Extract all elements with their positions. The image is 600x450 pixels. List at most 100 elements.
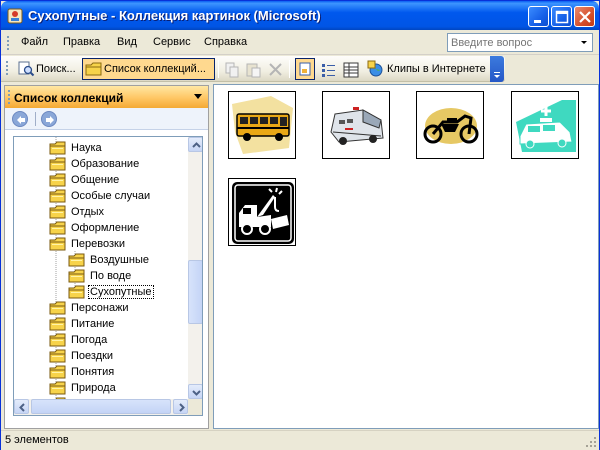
tree-item-label: Оформление xyxy=(71,222,140,234)
tree-item[interactable]: Общение xyxy=(26,173,186,189)
tree-item-label: Особые случаи xyxy=(71,190,151,202)
menu-view[interactable]: Вид xyxy=(117,36,137,48)
clip-thumbnail-school-bus[interactable] xyxy=(228,91,296,159)
motorcycle-clip-icon xyxy=(423,108,479,144)
thumbnails-view-button[interactable] xyxy=(295,58,315,80)
folder-icon xyxy=(68,253,85,267)
clip-thumbnail-motorcycle[interactable] xyxy=(416,91,484,159)
tree-item[interactable]: Персонажи xyxy=(26,301,186,317)
maximize-button[interactable] xyxy=(551,6,572,27)
tree-item[interactable]: Понятия xyxy=(26,365,186,381)
nav-separator xyxy=(35,112,36,126)
close-button[interactable] xyxy=(574,6,595,27)
clip-thumbnail-ambulance[interactable] xyxy=(322,91,390,159)
tree-item[interactable]: Образование xyxy=(26,157,186,173)
forward-arrow-icon xyxy=(46,116,54,124)
tree-vertical-scrollbar[interactable] xyxy=(188,137,202,399)
tree-item-label: Персонажи xyxy=(71,302,129,314)
tree-item-label: По воде xyxy=(90,270,132,282)
folder-icon xyxy=(49,365,66,379)
help-question-box[interactable] xyxy=(447,33,593,52)
tree-item-label: Образование xyxy=(71,158,140,170)
resize-grip-icon[interactable] xyxy=(585,436,597,448)
horizontal-scroll-thumb[interactable] xyxy=(31,399,171,414)
scroll-thumb[interactable] xyxy=(188,260,202,324)
status-text: 5 элементов xyxy=(5,434,69,446)
collection-list-button[interactable]: Список коллекций... xyxy=(82,58,215,80)
clip-thumbnail-tow-truck[interactable] xyxy=(228,178,296,246)
clip-organizer-app-icon[interactable] xyxy=(7,8,23,24)
folder-icon xyxy=(49,205,66,219)
menu-help[interactable]: Справка xyxy=(204,36,247,48)
tree-item-label: Природа xyxy=(71,382,116,394)
folder-icon xyxy=(49,157,66,171)
task-pane-title: Список коллекций xyxy=(14,91,124,105)
scroll-right-button[interactable] xyxy=(173,399,188,414)
tree-item[interactable]: Воздушные xyxy=(26,253,186,269)
globe-icon xyxy=(367,60,383,77)
folder-icon xyxy=(49,173,66,187)
clips-online-button[interactable]: Клипы в Интернете xyxy=(364,58,488,80)
toolbar-grip[interactable] xyxy=(6,61,9,77)
clip-thumbnail-taxi[interactable] xyxy=(511,91,579,159)
tree-item-label: Понятия xyxy=(71,366,115,378)
tree-item[interactable]: Сухопутные xyxy=(26,285,186,301)
chevron-down-icon xyxy=(581,41,587,44)
task-pane-nav xyxy=(5,108,208,130)
tree-item[interactable]: Наука xyxy=(26,141,186,157)
delete-icon[interactable] xyxy=(267,61,285,79)
pane-menu-chevron-icon[interactable] xyxy=(194,94,202,99)
details-view-icon[interactable] xyxy=(342,61,360,79)
tree-item[interactable]: Погода xyxy=(26,333,186,349)
chevron-left-icon xyxy=(19,403,25,412)
chevron-down-icon xyxy=(494,72,500,78)
close-icon xyxy=(579,11,591,23)
clip-gallery[interactable] xyxy=(213,84,599,429)
status-bar: 5 элементов xyxy=(1,430,599,450)
list-view-icon[interactable] xyxy=(320,61,338,79)
ambulance-clip-icon xyxy=(330,107,384,145)
pane-grip[interactable] xyxy=(8,90,11,106)
folder-icon xyxy=(49,317,66,331)
title-bar[interactable]: Сухопутные - Коллекция картинок (Microso… xyxy=(1,1,599,30)
tree-item[interactable]: По воде xyxy=(26,269,186,285)
collection-list-label: Список коллекций... xyxy=(104,63,206,75)
tree-item[interactable]: Оформление xyxy=(26,221,186,237)
minimize-button[interactable] xyxy=(528,6,549,27)
copy-icon[interactable] xyxy=(223,61,241,79)
tree-horizontal-scrollbar[interactable] xyxy=(14,399,188,415)
tree-item-label: Общение xyxy=(71,174,120,186)
menu-file[interactable]: Файл xyxy=(21,36,48,48)
scroll-up-button[interactable] xyxy=(188,137,202,152)
folder-icon xyxy=(49,333,66,347)
standard-toolbar: Поиск... Список коллекций... Клипы в Инт… xyxy=(1,56,505,82)
toolbar-options-button[interactable] xyxy=(490,56,504,82)
menu-grip[interactable] xyxy=(7,36,10,52)
minimize-icon xyxy=(534,20,541,23)
tree-item[interactable]: Перевозки xyxy=(26,237,186,253)
folder-icon xyxy=(49,381,66,395)
folder-icon xyxy=(49,189,66,203)
forward-button[interactable] xyxy=(41,111,57,127)
search-button-label: Поиск... xyxy=(36,63,76,75)
tree-item[interactable]: Питание xyxy=(26,317,186,333)
tree-item[interactable]: Отдых xyxy=(26,205,186,221)
scroll-down-button[interactable] xyxy=(188,384,202,399)
help-dropdown-button[interactable] xyxy=(576,34,592,51)
task-pane-header[interactable]: Список коллекций xyxy=(5,86,208,108)
menu-tools[interactable]: Сервис xyxy=(153,36,191,48)
paste-icon[interactable] xyxy=(245,61,263,79)
scrollbar-corner xyxy=(188,399,202,415)
tree-item[interactable]: Поездки xyxy=(26,349,186,365)
thumbnails-icon xyxy=(299,62,311,76)
back-button[interactable] xyxy=(12,111,28,127)
help-question-input[interactable] xyxy=(448,34,576,51)
chevron-down-icon xyxy=(192,390,201,396)
tree-item[interactable]: Природа xyxy=(26,381,186,397)
scroll-left-button[interactable] xyxy=(14,399,29,414)
menu-edit[interactable]: Правка xyxy=(63,36,100,48)
search-button[interactable]: Поиск... xyxy=(14,58,80,80)
collection-tree[interactable]: Наука Образование Общение Особые случаи … xyxy=(13,136,203,416)
tree-item[interactable]: Особые случаи xyxy=(26,189,186,205)
tree-item-label: Сухопутные xyxy=(88,285,154,299)
